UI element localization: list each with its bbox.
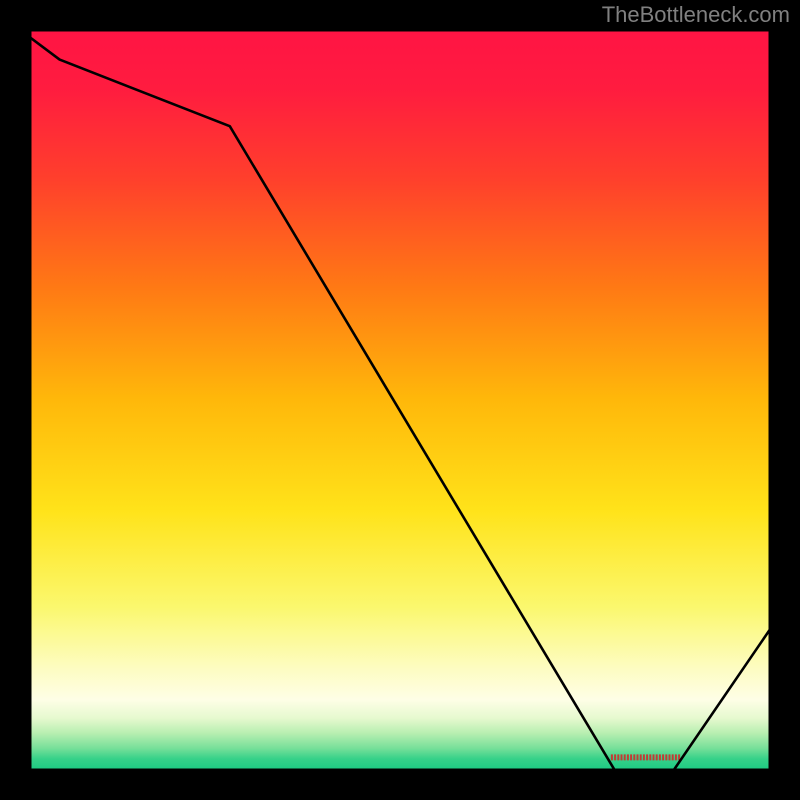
plot-frame <box>30 30 770 770</box>
gradient-background <box>30 30 770 770</box>
watermark-text: TheBottleneck.com <box>602 2 790 28</box>
chart-svg <box>30 30 770 770</box>
chart-stage: TheBottleneck.com <box>0 0 800 800</box>
